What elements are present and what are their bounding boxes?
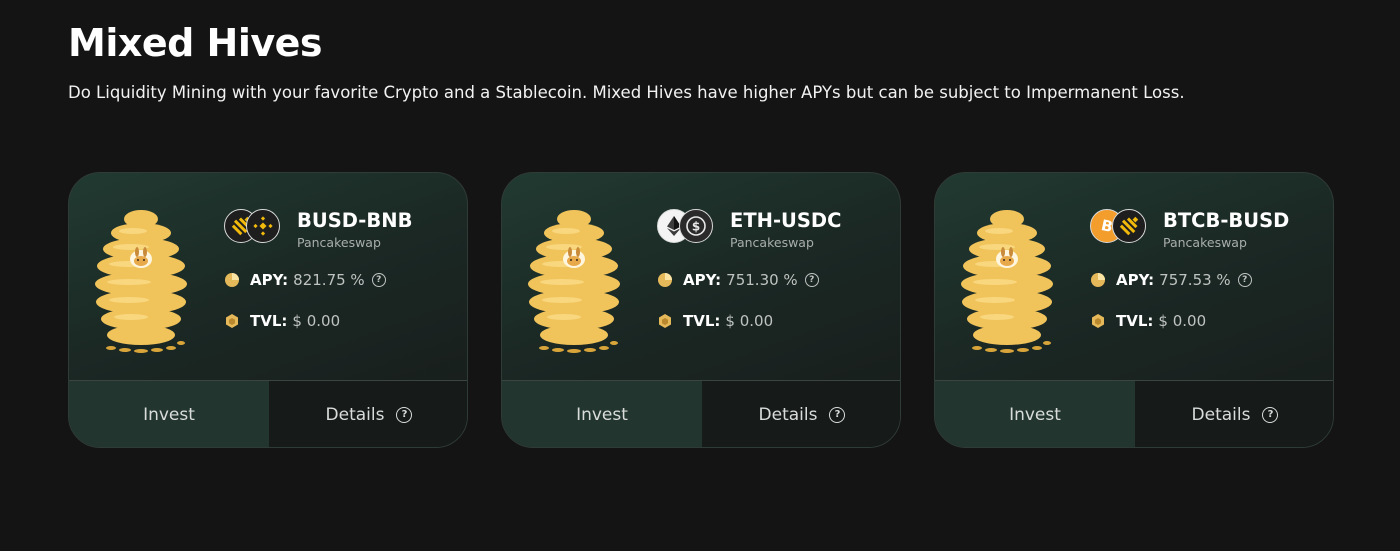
bnb-icon	[246, 209, 280, 243]
beehive-illustration	[961, 210, 1053, 353]
pool-source: Pancakeswap	[730, 235, 814, 250]
pie-chart-icon	[225, 273, 239, 287]
token-pair-icons	[224, 209, 280, 245]
details-button[interactable]: Details ?	[1135, 381, 1333, 447]
page-subtitle: Do Liquidity Mining with your favorite C…	[68, 83, 1185, 102]
apy-label: APY:	[683, 271, 722, 289]
details-button-label: Details	[1191, 405, 1251, 425]
question-circle-icon: ?	[396, 407, 413, 423]
invest-button[interactable]: Invest	[502, 381, 702, 447]
apy-row: APY: 821.75 % ?	[224, 270, 386, 290]
pool-source: Pancakeswap	[297, 235, 381, 250]
busd-icon	[1112, 209, 1146, 243]
token-pair-icons: B	[1090, 209, 1146, 245]
hive-card-btcb-busd: B BTCB-BUSD Pancakeswap APY: 757.53 % ? …	[934, 172, 1334, 448]
tvl-value: $ 0.00	[725, 312, 774, 330]
tvl-row: TVL: $ 0.00	[1090, 311, 1206, 331]
apy-row: APY: 751.30 % ?	[657, 270, 819, 290]
apy-label: APY:	[250, 271, 289, 289]
question-circle-icon: ?	[829, 407, 846, 423]
hive-card-body: BUSD-BNB Pancakeswap APY: 821.75 % ? TVL…	[69, 173, 467, 380]
hive-card-body: $ ETH-USDC Pancakeswap APY: 751.30 % ? T…	[502, 173, 900, 380]
hive-card-body: B BTCB-BUSD Pancakeswap APY: 757.53 % ? …	[935, 173, 1333, 380]
usdc-icon: $	[679, 209, 713, 243]
hive-cards: BUSD-BNB Pancakeswap APY: 821.75 % ? TVL…	[68, 172, 1338, 448]
invest-button-label: Invest	[1009, 405, 1061, 425]
beehive-illustration	[95, 210, 187, 353]
question-circle-icon[interactable]: ?	[1237, 273, 1252, 287]
invest-button-label: Invest	[143, 405, 195, 425]
tvl-value: $ 0.00	[292, 312, 341, 330]
apy-row: APY: 757.53 % ?	[1090, 270, 1252, 290]
details-button[interactable]: Details ?	[702, 381, 900, 447]
details-button-label: Details	[758, 405, 818, 425]
tvl-label: TVL:	[683, 312, 721, 330]
hive-card-eth-usdc: $ ETH-USDC Pancakeswap APY: 751.30 % ? T…	[501, 172, 901, 448]
beehive-illustration	[528, 210, 620, 353]
invest-button[interactable]: Invest	[935, 381, 1135, 447]
pool-name: ETH-USDC	[730, 209, 842, 232]
details-button[interactable]: Details ?	[269, 381, 467, 447]
honeycomb-icon	[1092, 314, 1104, 328]
apy-value: 821.75 %	[293, 271, 365, 289]
pool-source: Pancakeswap	[1163, 235, 1247, 250]
apy-label: APY:	[1116, 271, 1155, 289]
token-pair-icons: $	[657, 209, 713, 245]
tvl-label: TVL:	[250, 312, 288, 330]
invest-button[interactable]: Invest	[69, 381, 269, 447]
svg-text:$: $	[692, 220, 700, 234]
details-button-label: Details	[325, 405, 385, 425]
tvl-value: $ 0.00	[1158, 312, 1207, 330]
question-circle-icon: ?	[1262, 407, 1279, 423]
tvl-label: TVL:	[1116, 312, 1154, 330]
hive-card-busd-bnb: BUSD-BNB Pancakeswap APY: 821.75 % ? TVL…	[68, 172, 468, 448]
question-circle-icon[interactable]: ?	[371, 273, 386, 287]
pie-chart-icon	[658, 273, 672, 287]
honeycomb-icon	[226, 314, 238, 328]
pie-chart-icon	[1091, 273, 1105, 287]
question-circle-icon[interactable]: ?	[804, 273, 819, 287]
tvl-row: TVL: $ 0.00	[657, 311, 773, 331]
honeycomb-icon	[659, 314, 671, 328]
apy-value: 751.30 %	[726, 271, 798, 289]
page-title: Mixed Hives	[68, 21, 323, 65]
tvl-row: TVL: $ 0.00	[224, 311, 340, 331]
pool-name: BTCB-BUSD	[1163, 209, 1290, 232]
pool-name: BUSD-BNB	[297, 209, 413, 232]
invest-button-label: Invest	[576, 405, 628, 425]
apy-value: 757.53 %	[1159, 271, 1231, 289]
